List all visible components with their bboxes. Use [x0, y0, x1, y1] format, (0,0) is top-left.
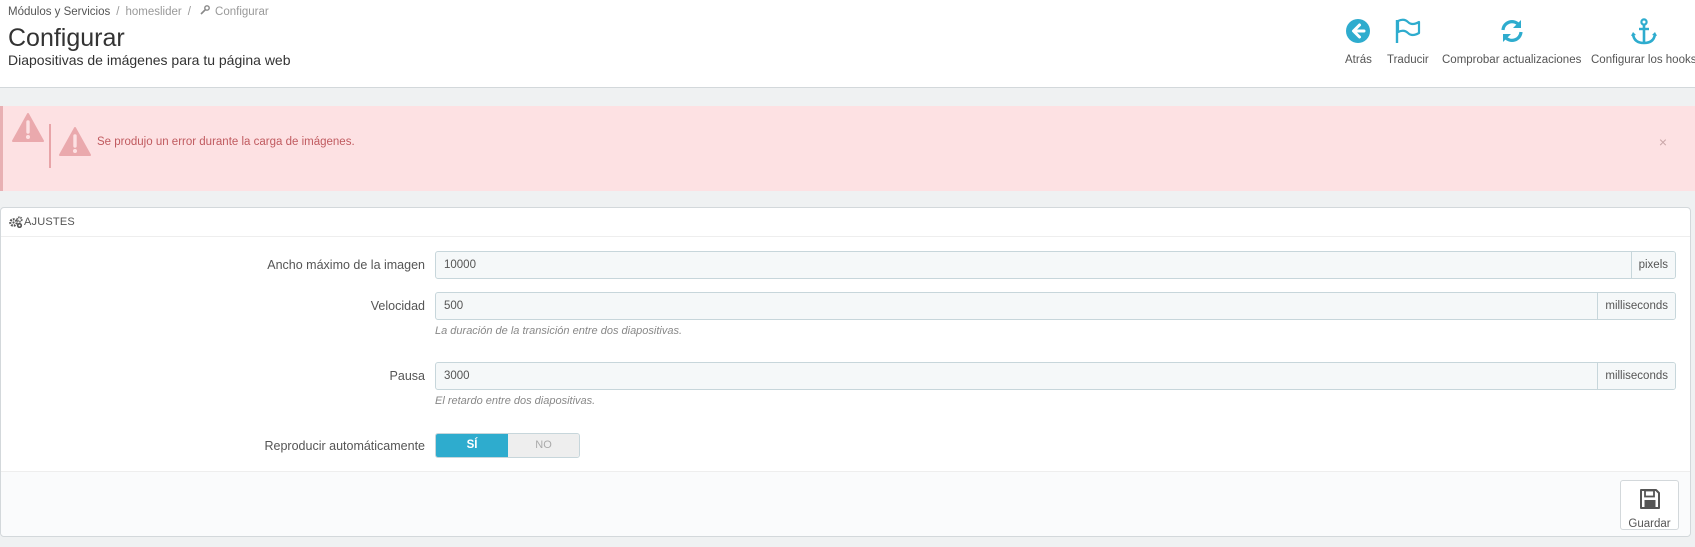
max-width-label: Ancho máximo de la imagen: [267, 258, 425, 272]
speed-input[interactable]: [436, 293, 1596, 319]
speed-help: La duración de la transición entre dos d…: [435, 325, 683, 337]
max-width-unit: pixels: [1630, 252, 1675, 278]
warning-icon: [11, 112, 45, 147]
alert-divider: [49, 124, 51, 168]
form-row-pause: Pausa milliseconds El retardo entre dos …: [1, 361, 1690, 411]
check-updates-button[interactable]: Comprobar actualizaciones: [1442, 18, 1581, 66]
speed-unit: milliseconds: [1597, 293, 1675, 319]
translate-button[interactable]: Traducir: [1387, 18, 1429, 66]
autoplay-yes-option[interactable]: SÍ: [436, 434, 508, 457]
configure-hooks-label: Configurar los hooks: [1591, 54, 1695, 66]
anchor-icon: [1591, 18, 1695, 48]
cogs-icon: [9, 216, 23, 231]
flag-icon: [1387, 18, 1429, 48]
alert-message: Se produjo un error durante la carga de …: [97, 136, 355, 148]
panel-title: AJUSTES: [24, 216, 75, 228]
save-button[interactable]: Guardar: [1620, 480, 1679, 530]
max-width-input[interactable]: [436, 252, 1631, 278]
pause-unit: milliseconds: [1597, 363, 1675, 389]
autoplay-label: Reproducir automáticamente: [264, 439, 426, 453]
back-button[interactable]: Atrás: [1345, 18, 1372, 66]
autoplay-switch[interactable]: SÍ NO: [435, 433, 580, 458]
pause-help: El retardo entre dos diapositivas.: [435, 395, 596, 407]
pause-input[interactable]: [436, 363, 1596, 389]
panel-footer: Guardar: [1, 471, 1690, 536]
settings-panel: AJUSTES Ancho máximo de la imagen pixels…: [0, 207, 1691, 537]
autoplay-no-option[interactable]: NO: [508, 434, 579, 457]
close-icon[interactable]: ×: [1659, 134, 1667, 150]
translate-label: Traducir: [1387, 54, 1429, 66]
check-updates-label: Comprobar actualizaciones: [1442, 54, 1582, 66]
floppy-disk-icon: [1621, 487, 1678, 514]
configure-hooks-button[interactable]: Configurar los hooks: [1591, 18, 1695, 66]
page-header: Módulos y Servicios / homeslider / Configur…: [0, 0, 1695, 88]
arrow-circle-left-icon: [1345, 18, 1372, 48]
refresh-icon: [1442, 18, 1581, 48]
pause-input-group: milliseconds: [435, 362, 1676, 390]
panel-heading: AJUSTES: [1, 208, 1690, 237]
save-label: Guardar: [1628, 518, 1671, 530]
form-row-max-width: Ancho máximo de la imagen pixels: [1, 250, 1690, 280]
speed-input-group: milliseconds: [435, 292, 1676, 320]
toolbar: Atrás Traducir Comprobar actualizaciones…: [0, 0, 1695, 88]
max-width-input-group: pixels: [435, 251, 1676, 279]
back-label: Atrás: [1345, 54, 1372, 66]
error-alert: Se produjo un error durante la carga de …: [0, 106, 1695, 191]
form-row-speed: Velocidad milliseconds La duración de la…: [1, 292, 1690, 342]
pause-label: Pausa: [389, 369, 425, 383]
speed-label: Velocidad: [370, 299, 425, 313]
warning-icon: [58, 126, 92, 161]
form-row-autoplay: Reproducir automáticamente SÍ NO: [1, 433, 1690, 461]
